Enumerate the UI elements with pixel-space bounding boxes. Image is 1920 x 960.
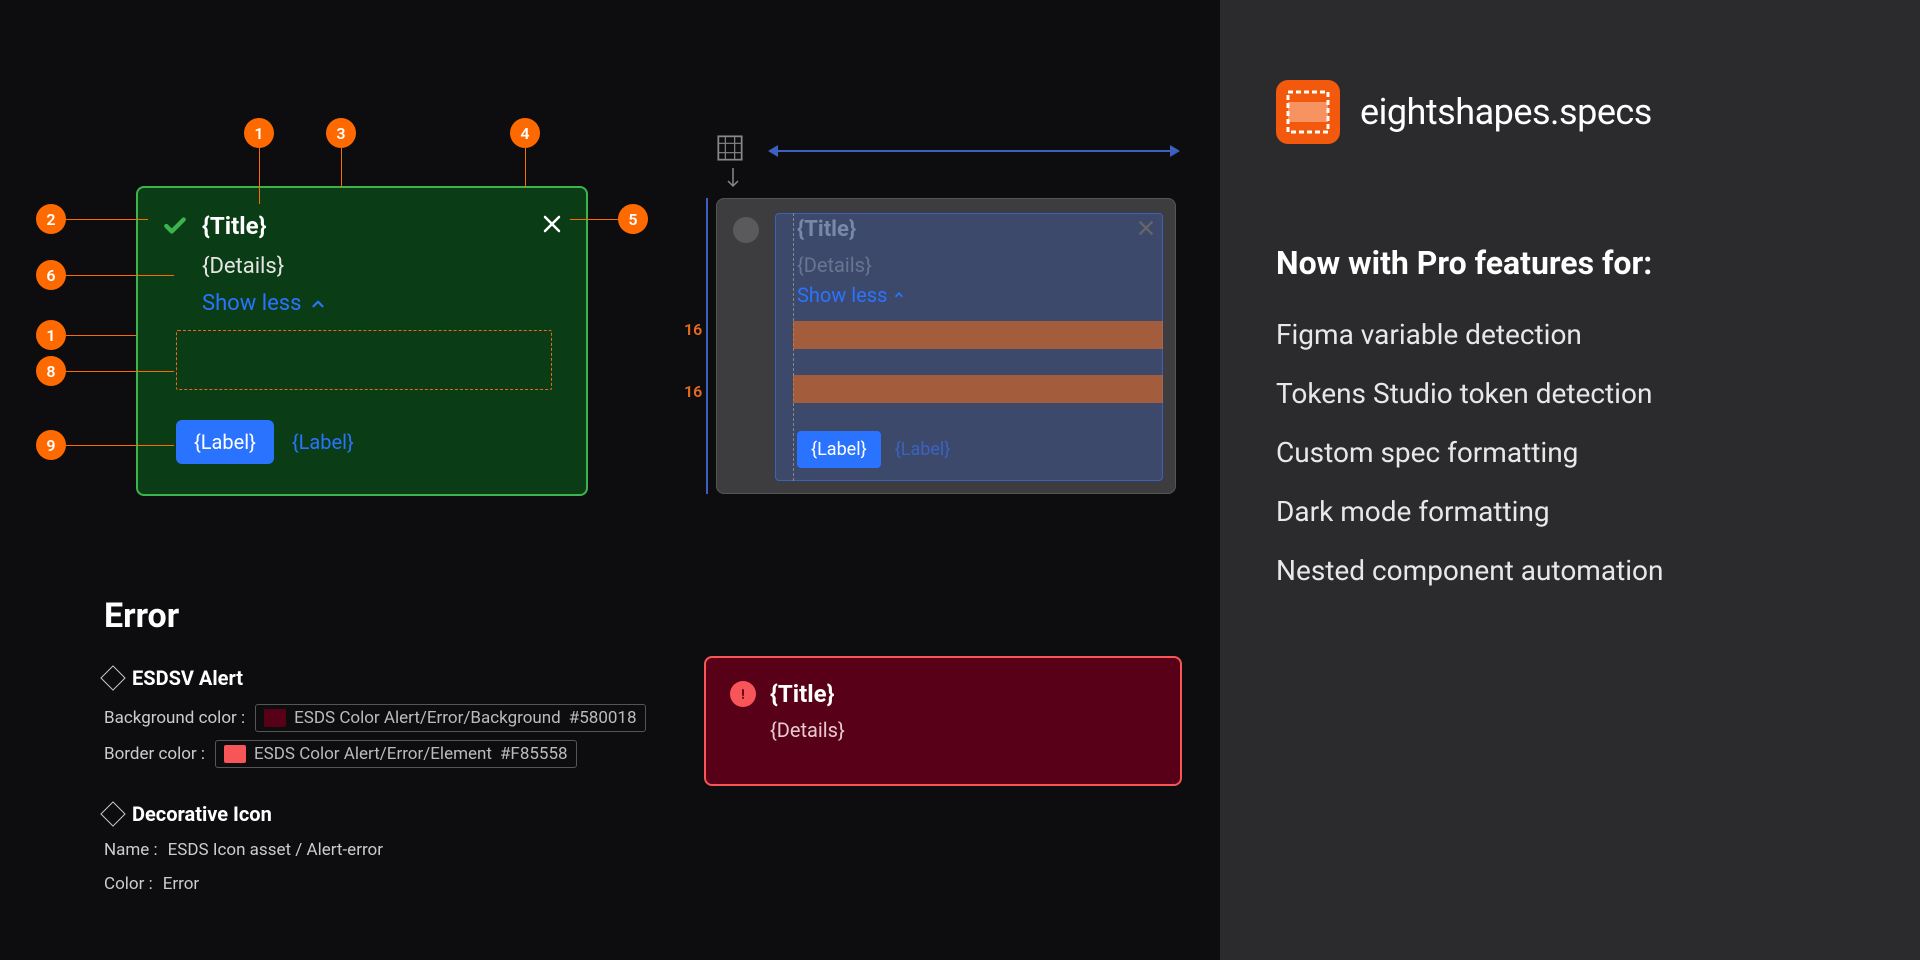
promo-feature-list: Figma variable detection Tokens Studio t… [1276, 318, 1864, 587]
callout-badge: 6 [36, 260, 66, 290]
error-heading: Error [104, 596, 179, 636]
callout-leader [259, 148, 260, 204]
alert-anatomy: {Title} {Details} Show less {Label} {Lab… [716, 198, 1176, 494]
spec-value: ESDS Icon asset / Alert-error [168, 840, 383, 860]
subhead-label: ESDSV Alert [132, 666, 243, 690]
callout-badge: 3 [326, 118, 356, 148]
content-slot-placeholder [176, 330, 552, 390]
alert-details: {Details} [202, 254, 562, 279]
callout-leader [341, 148, 342, 188]
primary-button-dim: {Label} [797, 431, 881, 468]
show-less-label: Show less [202, 291, 301, 316]
callout-badge: 1 [244, 118, 274, 148]
callout-leader [66, 371, 174, 372]
subhead-label: Decorative Icon [132, 802, 272, 826]
callout-leader [66, 219, 148, 220]
token-hex: #580018 [569, 708, 637, 728]
spec-value: Error [163, 874, 199, 894]
callout-leader [525, 148, 526, 188]
spec-row-name: Name : ESDS Icon asset / Alert-error [104, 840, 383, 860]
alert-actions-dim: {Label} {Label} [797, 431, 950, 468]
token-hex: #F85558 [500, 744, 568, 764]
width-measure-arrow [770, 150, 1178, 152]
alert-details-dim: {Details} [797, 253, 872, 277]
callout-badge: 4 [510, 118, 540, 148]
alert-header-row: {Title} [162, 212, 562, 240]
spec-key: Color : [104, 874, 153, 894]
diamond-icon [100, 801, 125, 826]
arrow-down-icon [726, 166, 740, 192]
show-less-toggle[interactable]: Show less [202, 291, 562, 316]
spacing-indicator [793, 321, 1163, 349]
alert-error-icon [730, 681, 756, 707]
spacing-value: 16 [684, 382, 702, 401]
spec-row-background: Background color : ESDS Color Alert/Erro… [104, 704, 646, 732]
primary-button[interactable]: {Label} [176, 420, 274, 464]
alert-title: {Title} [770, 680, 834, 708]
callout-badge: 8 [36, 356, 66, 386]
chevron-up-icon [892, 288, 906, 302]
callout-leader [66, 275, 174, 276]
spec-key: Border color : [104, 744, 205, 764]
promo-item: Nested component automation [1276, 554, 1864, 587]
info-icon [733, 217, 759, 243]
alert-title-dim: {Title} [797, 217, 856, 242]
brand-icon [1276, 80, 1340, 144]
alert-actions: {Label} {Label} [176, 420, 354, 464]
token-chip: ESDS Color Alert/Error/Background #58001… [255, 704, 645, 732]
check-icon [162, 213, 188, 239]
spec-key: Name : [104, 840, 158, 860]
brand-header: eightshapes.specs [1276, 80, 1864, 144]
secondary-button-dim: {Label} [895, 439, 951, 460]
close-icon[interactable] [540, 212, 564, 236]
close-icon-dim [1135, 217, 1157, 239]
token-name: ESDS Color Alert/Error/Element [254, 744, 492, 764]
spec-subhead: ESDSV Alert [104, 666, 243, 690]
alert-details: {Details} [770, 718, 1156, 742]
spacing-value: 16 [684, 320, 702, 339]
promo-heading: Now with Pro features for: [1276, 244, 1864, 282]
spec-subhead: Decorative Icon [104, 802, 272, 826]
token-chip: ESDS Color Alert/Error/Element #F85558 [215, 740, 577, 768]
show-less-label-dim: Show less [797, 283, 887, 307]
token-name: ESDS Color Alert/Error/Background [294, 708, 561, 728]
chevron-up-icon [309, 295, 327, 313]
callout-badge: 5 [618, 204, 648, 234]
alert-title: {Title} [202, 212, 266, 240]
spacing-indicator [793, 375, 1163, 403]
callout-badge: 2 [36, 204, 66, 234]
spec-key: Background color : [104, 708, 245, 728]
spec-row-color: Color : Error [104, 874, 199, 894]
spec-row-border: Border color : ESDS Color Alert/Error/El… [104, 740, 577, 768]
callout-leader [66, 445, 174, 446]
promo-panel: eightshapes.specs Now with Pro features … [1220, 0, 1920, 960]
color-swatch [264, 709, 286, 727]
brand-title: eightshapes.specs [1360, 91, 1652, 133]
promo-item: Tokens Studio token detection [1276, 377, 1864, 410]
alert-header-row: {Title} [730, 680, 1156, 708]
show-less-dim: Show less [797, 283, 906, 307]
secondary-button[interactable]: {Label} [292, 430, 354, 454]
callout-badge: 9 [36, 430, 66, 460]
promo-item: Dark mode formatting [1276, 495, 1864, 528]
promo-item: Figma variable detection [1276, 318, 1864, 351]
diamond-icon [100, 665, 125, 690]
color-swatch [224, 745, 246, 763]
callout-leader [570, 219, 618, 220]
alert-error: {Title} {Details} [704, 656, 1182, 786]
spacing-grid-icon [716, 134, 744, 162]
promo-item: Custom spec formatting [1276, 436, 1864, 469]
vertical-ruler [706, 198, 708, 494]
callout-leader [66, 335, 136, 336]
callout-badge: 1 [36, 320, 66, 350]
